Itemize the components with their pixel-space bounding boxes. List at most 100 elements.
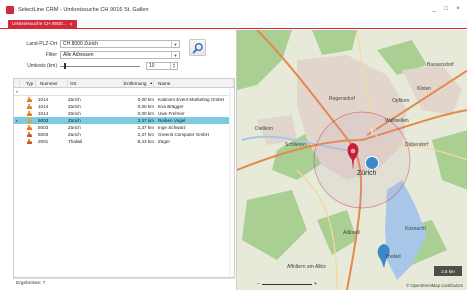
column-header-typ[interactable]: Typ (22, 79, 36, 87)
cell-ort: Zürich (68, 97, 81, 102)
cell-name: Uwe Frehner (158, 111, 185, 116)
map-scale: 2.5 km (434, 266, 462, 276)
window-title: SelectLine CRM - Umkreissuche CH 9016 St… (18, 7, 149, 13)
person-icon (26, 104, 32, 109)
results-grid: Typ Nummer Ort Entfernung ▲ Name ▼ 1014 Z… (13, 78, 235, 278)
table-row[interactable]: ▸ 5003 Zürich 2,37 km Reiben Vogel (14, 117, 234, 124)
sort-ascending-icon: ▲ (149, 81, 153, 85)
cell-ort: Zürich (68, 104, 81, 109)
cluster-count: 3 (370, 129, 374, 135)
search-button[interactable] (189, 39, 206, 56)
cell-name: Greenit Computer GmbH (158, 132, 210, 137)
row-indicator (14, 96, 20, 103)
row-indicator: ▸ (15, 118, 18, 123)
person-icon (26, 97, 32, 102)
filter-icon[interactable]: ▼ (14, 88, 20, 95)
column-header-nummer[interactable]: Nummer (38, 79, 68, 87)
umkreis-value: 10 (149, 63, 155, 69)
map-canvas (237, 30, 467, 290)
result-count: Ergebnisse: 7 (13, 278, 235, 288)
tab-close-icon[interactable]: × (70, 22, 73, 28)
cell-entfernung: 0,00 km (137, 97, 154, 102)
column-header-entfernung[interactable]: Entfernung ▲ (122, 79, 154, 87)
address-type-icon (22, 103, 36, 110)
grid-vertical-scrollbar[interactable] (229, 88, 234, 277)
grid-body: 1014 Zürich 0,00 km Kaboom Event Marketing … (14, 96, 234, 145)
map-label-dietikon: Dietikon (255, 126, 274, 132)
cell-name: Inge Schwarz (158, 125, 186, 130)
filter-row-grid[interactable]: ▼ (14, 88, 234, 96)
map-label-opfikon: Opfikon (392, 98, 410, 104)
title-bar: SelectLine CRM - Umkreissuche CH 9016 St… (0, 0, 467, 20)
table-row[interactable]: 5003 Zürich 2,37 km Greenit Computer GmbH (14, 131, 234, 138)
search-icon (192, 42, 203, 54)
address-type-icon (22, 131, 36, 138)
table-row[interactable]: 1014 Zürich 0,00 km Uwe Frehner (14, 110, 234, 117)
slider-track (60, 65, 140, 67)
address-type-icon (22, 138, 36, 145)
table-row[interactable]: 1014 Zürich 0,00 km Kaboom Event Marketing … (14, 96, 234, 103)
umkreis-slider[interactable] (60, 62, 140, 70)
table-row[interactable]: 1014 Zürich 0,00 km Eva Brägger (14, 103, 234, 110)
cell-nummer: 1014 (38, 97, 49, 102)
umkreis-label: Umkreis (km) (27, 63, 57, 69)
app-logo-icon (6, 6, 14, 14)
map-label-thalwil: Thalwil (385, 254, 401, 260)
zoom-in-icon[interactable]: + (314, 281, 317, 287)
tab-umkreissuche[interactable]: Umkreissuche CH 9000... × (8, 20, 77, 29)
map-label-schlieren: Schlieren (285, 142, 306, 148)
close-window-button[interactable]: × (455, 6, 461, 12)
tab-label: Umkreissuche CH 9000... (12, 22, 67, 27)
person-icon (26, 139, 32, 144)
map-view[interactable]: Regensdorf Dietikon Schlieren Zürich Düb… (236, 30, 467, 290)
chevron-down-icon[interactable]: ▼ (171, 52, 179, 58)
zoom-track (261, 283, 313, 285)
zoom-out-icon[interactable]: − (257, 281, 260, 287)
map-label-kloten: Kloten (417, 86, 432, 92)
cell-ort: Thalwil (68, 139, 83, 144)
row-indicator (14, 131, 20, 138)
cell-nummer: 5003 (38, 118, 49, 123)
row-indicator (14, 138, 20, 145)
map-label-affoltern: Affoltern am Albis (287, 264, 326, 270)
map-attribution: © OpenStreetMap contributors (406, 283, 463, 288)
map-label-bassersdorf: Bassersdorf (427, 62, 454, 68)
filter-row: Filter Alle Adressen ▼ (8, 51, 180, 59)
cell-ort: Zürich (68, 125, 81, 130)
slider-thumb[interactable] (63, 63, 66, 69)
spinner-arrows-icon[interactable]: ▲ ▼ (170, 63, 177, 69)
cell-entfernung: 2,37 km (137, 132, 154, 137)
umkreis-spinner[interactable]: 10 ▲ ▼ (146, 62, 178, 70)
address-type-icon (22, 96, 36, 103)
cell-name: Eva Brägger (158, 104, 184, 109)
filter-combo[interactable]: Alle Adressen ▼ (60, 51, 180, 59)
person-icon (26, 125, 32, 130)
map-zoom-slider[interactable]: − + (257, 281, 317, 287)
column-header-ort[interactable]: Ort (68, 79, 124, 87)
chevron-down-icon[interactable]: ▼ (171, 41, 179, 47)
header-indicator (14, 79, 20, 87)
maximize-button[interactable]: □ (443, 6, 449, 12)
minimize-button[interactable]: _ (431, 6, 437, 12)
table-row[interactable]: 2001 Thalwil 8,43 km Züger (14, 138, 234, 145)
cell-entfernung: 0,00 km (137, 104, 154, 109)
cell-entfernung: 2,37 km (137, 125, 154, 130)
grid-header: Typ Nummer Ort Entfernung ▲ Name (14, 79, 234, 88)
table-row[interactable]: 5003 Zürich 2,37 km Inge Schwarz (14, 124, 234, 131)
cell-name: Kaboom Event Marketing GmbH (158, 97, 225, 102)
search-panel: Land-PLZ-Ort CH 8000 Zürich ▼ Filter All… (8, 30, 235, 290)
cell-entfernung: 0,00 km (137, 111, 154, 116)
cell-nummer: 1014 (38, 104, 49, 109)
person-icon (26, 111, 32, 116)
cluster-marker-icon[interactable] (365, 156, 379, 170)
row-indicator (14, 103, 20, 110)
cell-entfernung: 8,43 km (137, 139, 154, 144)
cell-nummer: 2001 (38, 139, 49, 144)
window-controls: _ □ × (431, 6, 461, 12)
column-header-name[interactable]: Name (156, 79, 234, 87)
document-tab-strip: Umkreissuche CH 9000... × (0, 20, 467, 29)
land-plz-ort-combo[interactable]: CH 8000 Zürich ▼ (60, 40, 180, 48)
row-indicator (14, 124, 20, 131)
filter-value: Alle Adressen (63, 52, 94, 58)
map-label-wallisellen: Wallisellen (385, 118, 409, 124)
